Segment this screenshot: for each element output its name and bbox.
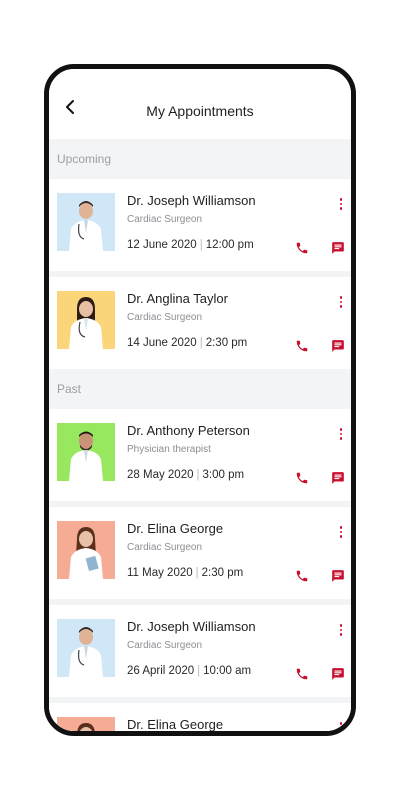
phone-icon[interactable] xyxy=(295,339,309,353)
phone-frame: My Appointments Upcoming Dr. Joseph Will… xyxy=(44,64,356,736)
doctor-specialty: Cardiac Surgeon xyxy=(127,640,203,651)
doctor-avatar xyxy=(57,619,115,677)
section-past: Past xyxy=(49,369,351,409)
appointment-card[interactable]: Dr. Anglina Taylor Cardiac Surgeon 14 Ju… xyxy=(49,277,351,369)
doctor-avatar xyxy=(57,717,115,731)
doctor-photo xyxy=(57,423,115,481)
doctor-avatar xyxy=(57,521,115,579)
doctor-avatar xyxy=(57,291,115,349)
doctor-specialty: Cardiac Surgeon xyxy=(127,214,203,225)
section-upcoming: Upcoming xyxy=(49,139,351,179)
appointment-time: 2:30 pm xyxy=(205,337,248,349)
doctor-avatar xyxy=(57,193,115,251)
appointment-time: 10:00 am xyxy=(203,665,252,677)
appointment-date: 11 May 2020 xyxy=(127,567,193,579)
doctor-avatar xyxy=(57,423,115,481)
more-options-button[interactable] xyxy=(335,196,347,212)
doctor-specialty: Cardiac Surgeon xyxy=(127,542,203,553)
separator: | xyxy=(195,567,199,579)
doctor-name: Dr. Elina George xyxy=(127,521,224,536)
phone-icon[interactable] xyxy=(295,471,309,485)
doctor-photo xyxy=(57,717,115,731)
doctor-specialty: Cardiac Surgeon xyxy=(127,312,203,323)
appointment-date: 28 May 2020 xyxy=(127,469,194,481)
phone-icon[interactable] xyxy=(295,569,309,583)
doctor-name: Dr. Joseph Williamson xyxy=(127,619,256,634)
more-options-button[interactable] xyxy=(335,426,347,442)
message-icon[interactable] xyxy=(331,241,345,255)
appointment-card[interactable]: Dr. Joseph Williamson Cardiac Surgeon 26… xyxy=(49,605,351,697)
appointment-time: 2:30 pm xyxy=(201,567,244,579)
appointment-datetime: 12 June 2020 | 12:00 pm xyxy=(127,239,254,251)
separator: | xyxy=(199,337,203,349)
more-options-button[interactable] xyxy=(335,524,347,540)
page-title: My Appointments xyxy=(146,103,254,119)
appointment-time: 3:00 pm xyxy=(202,469,245,481)
message-icon[interactable] xyxy=(331,667,345,681)
appointment-datetime: 26 April 2020 | 10:00 am xyxy=(127,665,251,677)
message-icon[interactable] xyxy=(331,569,345,583)
doctor-name: Dr. Elina George xyxy=(127,717,224,731)
message-icon[interactable] xyxy=(331,339,345,353)
appointment-card[interactable]: Dr. Elina George xyxy=(49,703,351,731)
phone-icon[interactable] xyxy=(295,241,309,255)
doctor-photo xyxy=(57,619,115,677)
more-options-button[interactable] xyxy=(335,622,347,638)
app-header: My Appointments xyxy=(49,69,351,139)
appointment-datetime: 14 June 2020 | 2:30 pm xyxy=(127,337,247,349)
more-options-button[interactable] xyxy=(335,720,347,731)
doctor-name: Dr. Anthony Peterson xyxy=(127,423,250,438)
phone-icon[interactable] xyxy=(295,667,309,681)
appointment-datetime: 11 May 2020 | 2:30 pm xyxy=(127,567,243,579)
appointment-date: 14 June 2020 xyxy=(127,337,197,349)
doctor-name: Dr. Joseph Williamson xyxy=(127,193,256,208)
message-icon[interactable] xyxy=(331,471,345,485)
appointment-card[interactable]: Dr. Joseph Williamson Cardiac Surgeon 12… xyxy=(49,179,351,271)
screen: My Appointments Upcoming Dr. Joseph Will… xyxy=(49,69,351,731)
appointment-date: 26 April 2020 xyxy=(127,665,195,677)
separator: | xyxy=(199,239,203,251)
appointment-card[interactable]: Dr. Elina George Cardiac Surgeon 11 May … xyxy=(49,507,351,599)
separator: | xyxy=(197,665,201,677)
appointment-time: 12:00 pm xyxy=(205,239,254,251)
doctor-photo xyxy=(57,521,115,579)
appointment-date: 12 June 2020 xyxy=(127,239,197,251)
appointment-datetime: 28 May 2020 | 3:00 pm xyxy=(127,469,244,481)
doctor-photo xyxy=(57,291,115,349)
doctor-specialty: Physician therapist xyxy=(127,444,211,455)
separator: | xyxy=(196,469,200,481)
appointment-card[interactable]: Dr. Anthony Peterson Physician therapist… xyxy=(49,409,351,501)
doctor-photo xyxy=(57,193,115,251)
more-options-button[interactable] xyxy=(335,294,347,310)
doctor-name: Dr. Anglina Taylor xyxy=(127,291,228,306)
